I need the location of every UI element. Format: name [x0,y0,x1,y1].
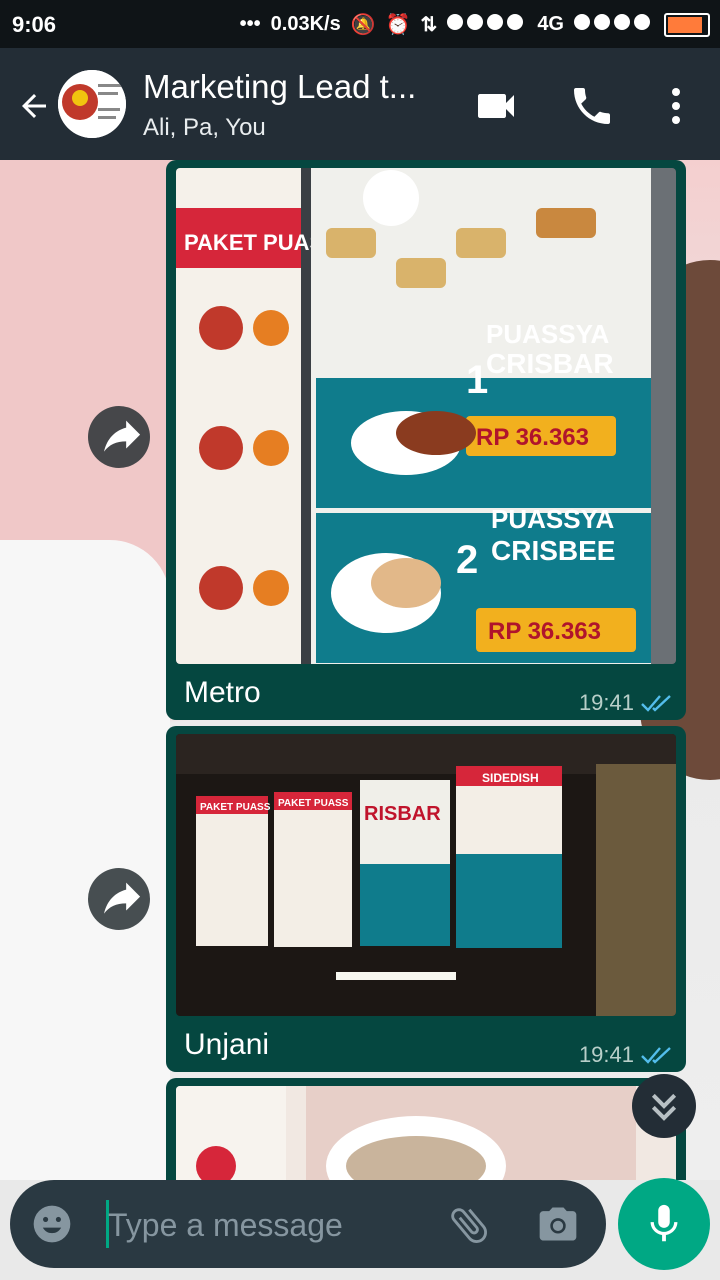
more-vertical-icon[interactable] [652,82,700,130]
photo-text-price-2: RP 36.363 [488,618,601,645]
battery-icon [664,12,710,37]
message-photo[interactable]: PAKET PUASS PAKET PUASS RISBAR SIDEDISH [176,734,676,1016]
message-time: 19:41 [578,1042,634,1067]
data-icon: ⇅ [420,14,438,36]
phone-icon[interactable] [568,82,616,130]
photo2-text-3: RISBAR [364,803,441,825]
alarm-icon: ⏰ [385,14,411,36]
message-photo[interactable] [176,1086,676,1180]
group-avatar[interactable] [58,70,126,138]
double-chevron-down-icon [651,1093,677,1121]
photo-text-puassya-1: PUASSYA [486,319,610,349]
status-indicators: ••• 0.03K/s 🔕 ⏰ ⇅ 4G [240,12,710,37]
message-caption: Unjani [184,1028,270,1061]
forward-icon [104,882,141,914]
forward-icon [104,420,141,452]
message-photo[interactable]: PAKET PUASS 1 PUASSYA CRISBAR RP 36.363 [176,168,676,664]
image-message[interactable]: PAKET PUASS PAKET PUASS RISBAR SIDEDISH … [166,726,686,1072]
camera-icon[interactable] [536,1202,580,1246]
chat-header: Marketing Lead t... Ali, Pa, You [0,48,720,160]
network-type: 4G [537,13,564,35]
image-message[interactable] [166,1078,686,1180]
chat-title[interactable]: Marketing Lead t... [143,68,416,106]
message-meta: 19:41 [579,1042,674,1068]
signal-icon-2 [574,13,654,36]
photo-text-puassya-2: PUASSYA [491,504,615,534]
photo-text-crisbar: CRISBAR [486,348,614,379]
wallpaper-shirt [0,540,170,1180]
svg-text:2: 2 [456,538,478,582]
double-check-icon [641,1047,671,1064]
chat-participants[interactable]: Ali, Pa, You [143,114,266,142]
arrow-left-icon[interactable] [16,88,52,124]
photo2-text-2: PAKET PUASS [278,798,349,809]
paperclip-icon[interactable] [446,1202,492,1248]
voice-record-button[interactable] [618,1178,710,1270]
signal-icon [447,13,527,36]
forward-button[interactable] [88,406,150,468]
image-message[interactable]: PAKET PUASS 1 PUASSYA CRISBAR RP 36.363 [166,160,686,720]
microphone-icon [650,1204,678,1242]
message-caption: Metro [184,676,261,709]
message-input[interactable] [106,1198,440,1252]
status-bar: 9:06 ••• 0.03K/s 🔕 ⏰ ⇅ 4G [0,0,720,48]
double-check-icon [641,695,671,712]
status-time: 9:06 [12,12,57,37]
mute-icon: 🔕 [350,14,376,36]
forward-button[interactable] [88,868,150,930]
chat-area[interactable]: PAKET PUASS 1 PUASSYA CRISBAR RP 36.363 [0,160,720,1180]
message-time: 19:41 [578,690,634,715]
message-input-bar [10,1180,606,1268]
network-speed: 0.03K/s [270,13,341,35]
video-call-icon[interactable] [472,82,520,130]
message-meta: 19:41 [579,690,674,716]
scroll-to-bottom-button[interactable] [632,1074,696,1138]
photo2-text-4: SIDEDISH [482,771,539,785]
photo-text-crisbee: CRISBEE [491,535,615,566]
photo-text-price-1: RP 36.363 [476,424,589,451]
emoji-icon[interactable] [30,1202,74,1246]
photo2-text-1: PAKET PUASS [200,802,271,813]
more-dots-icon: ••• [239,13,261,35]
svg-text:1: 1 [466,358,488,402]
